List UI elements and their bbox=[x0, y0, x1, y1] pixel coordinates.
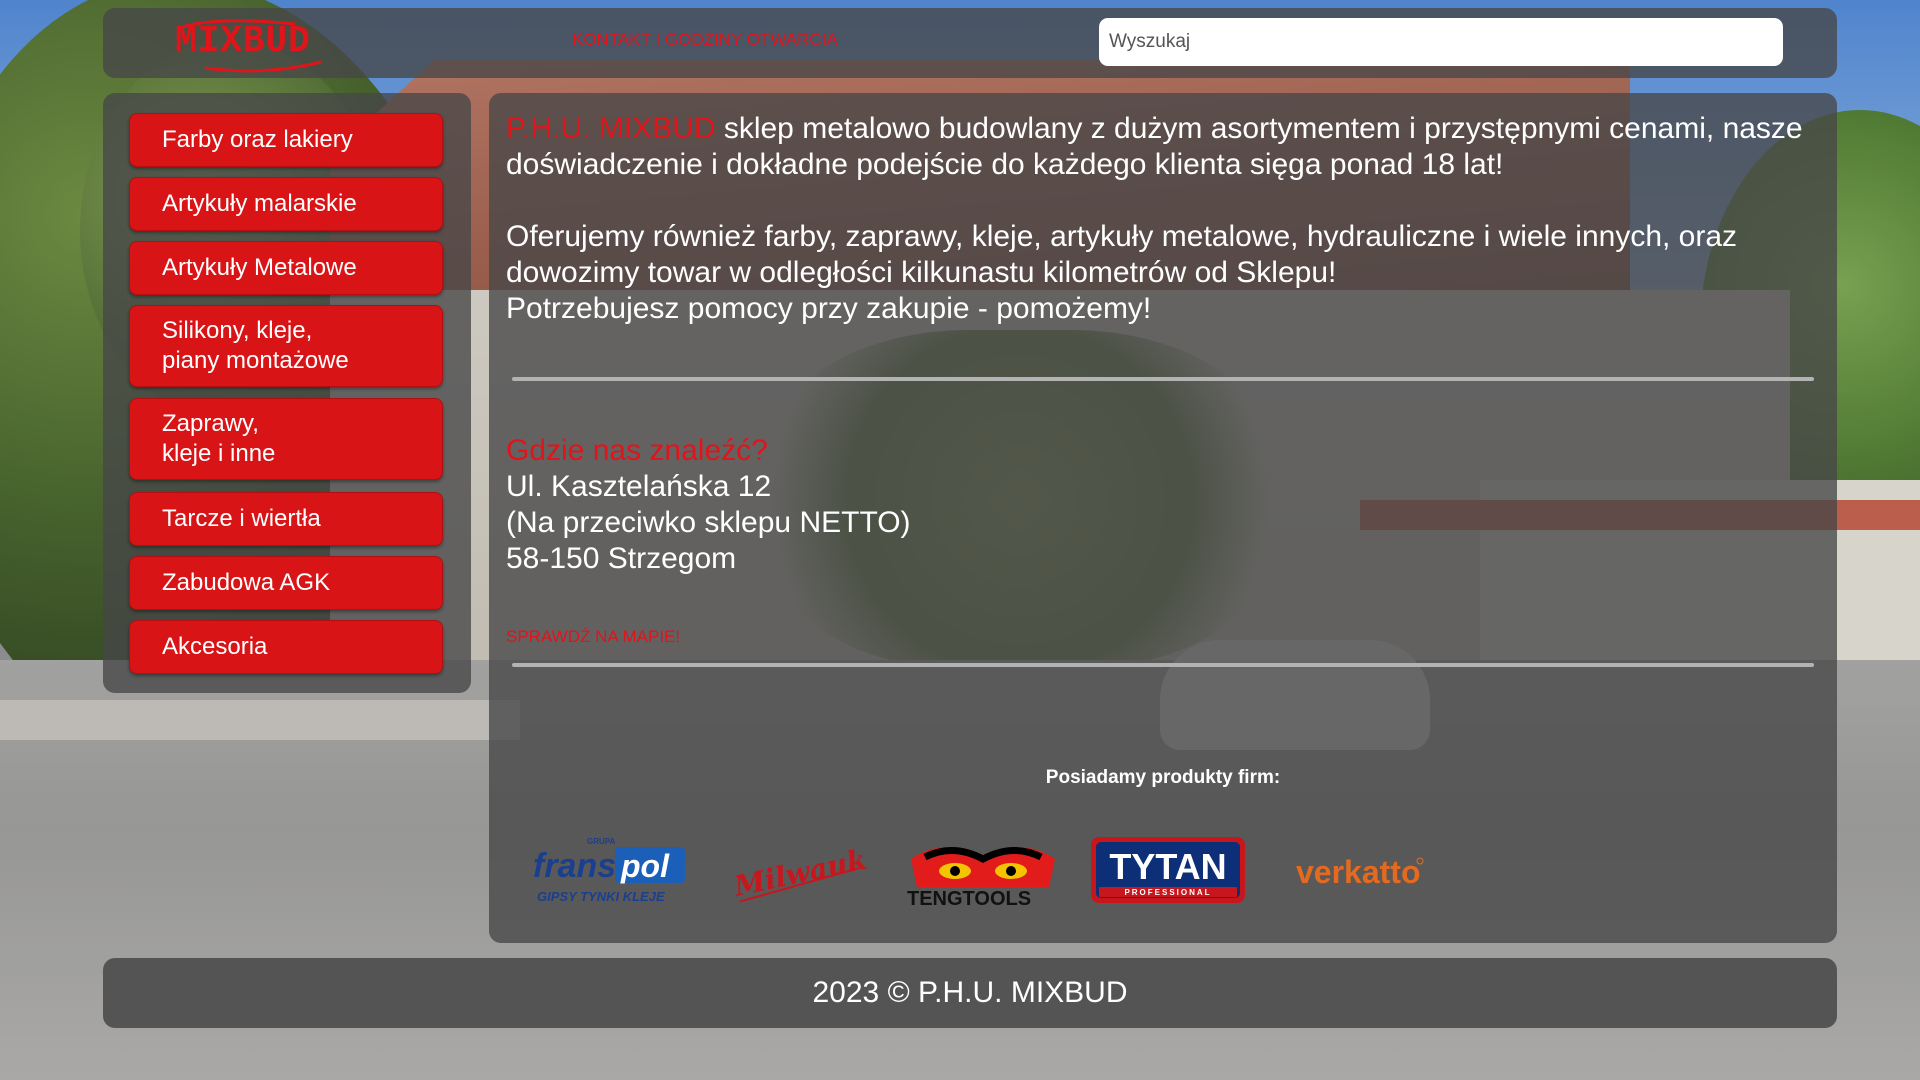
sidebar-item-label: Farby oraz lakiery bbox=[162, 126, 353, 153]
sidebar-item-label: Artykuły malarskie bbox=[162, 190, 357, 217]
sidebar-item-label: Artykuły Metalowe bbox=[162, 254, 357, 281]
location-heading: Gdzie nas znaleźć? bbox=[506, 434, 768, 467]
category-sidebar: Farby oraz lakiery Artykuły malarskie Ar… bbox=[103, 93, 471, 693]
sidebar-item-zabudowa[interactable]: Zabudowa AGK bbox=[129, 556, 443, 610]
sidebar-item-farby[interactable]: Farby oraz lakiery bbox=[129, 113, 443, 167]
milwaukee-logo: Milwaukee bbox=[730, 835, 867, 903]
svg-text:pol: pol bbox=[620, 848, 670, 884]
help-paragraph: Potrzebujesz pomocy przy zakupie - pomoż… bbox=[506, 292, 1152, 325]
sidebar-item-label: Zaprawy, kleje i inne bbox=[162, 410, 276, 467]
sidebar-item-label: Akcesoria bbox=[162, 633, 268, 660]
svg-text:Milwaukee: Milwaukee bbox=[730, 835, 867, 903]
site-logo[interactable]: MIXBUD bbox=[175, 18, 325, 73]
svg-text:TYTAN: TYTAN bbox=[1109, 846, 1226, 887]
brands-heading: Posiadamy produkty firm: bbox=[1045, 767, 1281, 788]
address-street: Ul. Kasztelańska 12 bbox=[506, 470, 772, 503]
offer-paragraph: Oferujemy również farby, zaprawy, kleje,… bbox=[506, 220, 1738, 289]
svg-text:GIPSY TYNKI KLEJE: GIPSY TYNKI KLEJE bbox=[537, 889, 665, 904]
sidebar-item-artykuly-malarskie[interactable]: Artykuły malarskie bbox=[129, 177, 443, 231]
verkatto-logo: verkatto bbox=[1296, 854, 1424, 890]
divider bbox=[512, 377, 1814, 381]
sidebar-item-label: Silikony, kleje, piany montażowe bbox=[162, 317, 349, 374]
svg-text:TENGTOOLS: TENGTOOLS bbox=[907, 888, 1031, 909]
address-note: (Na przeciwko sklepu NETTO) bbox=[506, 506, 911, 539]
svg-text:GRUPA: GRUPA bbox=[587, 837, 616, 846]
intro-paragraph: P.H.U. MIXBUD sklep metalowo budowlany z… bbox=[506, 111, 1826, 183]
sidebar-item-artykuly-metalowe[interactable]: Artykuły Metalowe bbox=[129, 241, 443, 295]
svg-text:verkatto: verkatto bbox=[1296, 854, 1421, 890]
divider bbox=[512, 663, 1814, 667]
sidebar-item-zaprawy[interactable]: Zaprawy, kleje i inne bbox=[129, 398, 443, 480]
sidebar-item-label: Zabudowa AGK bbox=[162, 569, 331, 596]
address-city: 58-150 Strzegom bbox=[506, 542, 737, 575]
copyright-text: 2023 © P.H.U. MIXBUD bbox=[812, 976, 1128, 1009]
sidebar-item-akcesoria[interactable]: Akcesoria bbox=[129, 620, 443, 674]
tytan-logo: TYTAN PROFESSIONAL bbox=[1091, 837, 1245, 903]
sidebar-item-tarcze[interactable]: Tarcze i wiertła bbox=[129, 492, 443, 546]
intro-brand-name: P.H.U. MIXBUD bbox=[506, 112, 716, 145]
logo-text: MIXBUD bbox=[175, 20, 311, 63]
search-input[interactable] bbox=[1099, 18, 1783, 66]
franspol-logo: GRUPA frans pol GIPSY TYNKI KLEJE bbox=[533, 837, 685, 904]
tengtools-logo: TENGTOOLS bbox=[907, 846, 1055, 909]
footer-bar: 2023 © P.H.U. MIXBUD bbox=[103, 958, 1837, 1028]
map-link[interactable]: SPRAWDŹ NA MAPIE! bbox=[506, 627, 680, 647]
contact-hours-link[interactable]: KONTAKT I GODZINY OTWARCIA bbox=[572, 30, 838, 50]
main-content-panel: P.H.U. MIXBUD sklep metalowo budowlany z… bbox=[489, 93, 1837, 943]
header-bar: MIXBUD KONTAKT I GODZINY OTWARCIA bbox=[103, 8, 1837, 78]
sidebar-item-label: Tarcze i wiertła bbox=[162, 505, 321, 532]
sidebar-item-silikony[interactable]: Silikony, kleje, piany montażowe bbox=[129, 305, 443, 387]
svg-text:PROFESSIONAL: PROFESSIONAL bbox=[1124, 888, 1211, 897]
svg-text:frans: frans bbox=[533, 847, 616, 885]
